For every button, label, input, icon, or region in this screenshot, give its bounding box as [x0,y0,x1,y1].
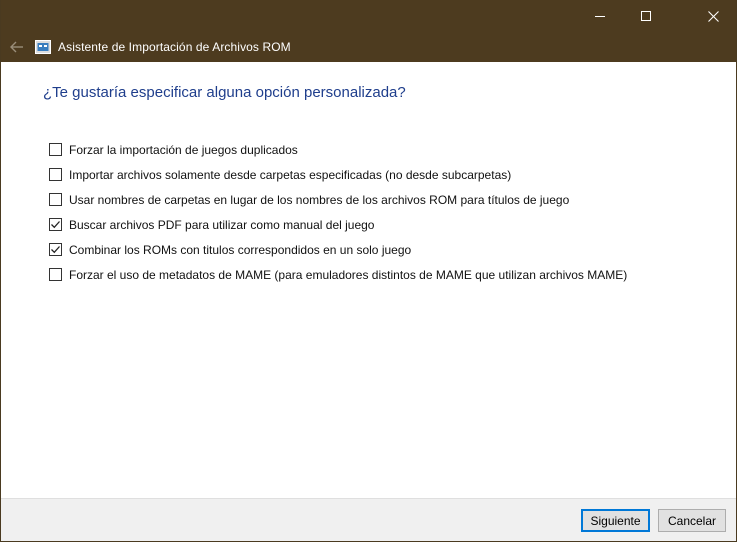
window-title: Asistente de Importación de Archivos ROM [58,40,291,54]
cancel-button[interactable]: Cancelar [658,509,726,532]
next-button[interactable]: Siguiente [581,509,650,532]
options-list: Forzar la importación de juegos duplicad… [49,137,627,287]
header-bar: Asistente de Importación de Archivos ROM [1,32,736,62]
option-folder-names-as-titles[interactable]: Usar nombres de carpetas en lugar de los… [49,187,627,212]
option-label: Usar nombres de carpetas en lugar de los… [69,192,570,207]
checkbox[interactable] [49,268,62,281]
option-label: Importar archivos solamente desde carpet… [69,167,512,182]
option-force-mame-metadata[interactable]: Forzar el uso de metadatos de MAME (para… [49,262,627,287]
checkbox[interactable] [49,193,62,206]
option-label: Buscar archivos PDF para utilizar como m… [69,217,375,232]
option-label: Combinar los ROMs con titulos correspond… [69,242,412,257]
back-button[interactable] [3,32,31,62]
checkmark-icon [51,221,60,229]
minimize-icon [595,16,605,17]
back-arrow-icon [10,41,23,53]
footer-bar: Siguiente Cancelar [1,498,736,541]
maximize-button[interactable] [623,0,669,32]
option-specified-folders-only[interactable]: Importar archivos solamente desde carpet… [49,162,627,187]
wizard-content: ¿Te gustaría especificar alguna opción p… [1,62,736,498]
option-label: Forzar la importación de juegos duplicad… [69,142,298,157]
app-icon [35,39,51,55]
checkmark-icon [51,246,60,254]
page-question: ¿Te gustaría especificar alguna opción p… [43,84,406,101]
option-combine-roms[interactable]: Combinar los ROMs con titulos correspond… [49,237,627,262]
import-wizard-window: Asistente de Importación de Archivos ROM… [0,0,737,542]
checkbox[interactable] [49,168,62,181]
minimize-button[interactable] [577,0,623,32]
close-button[interactable] [690,0,736,32]
option-label: Forzar el uso de metadatos de MAME (para… [69,267,628,282]
title-bar[interactable] [1,0,736,32]
checkbox[interactable] [49,243,62,256]
checkbox[interactable] [49,143,62,156]
option-duplicate-games[interactable]: Forzar la importación de juegos duplicad… [49,137,627,162]
maximize-icon [641,11,651,21]
checkbox[interactable] [49,218,62,231]
close-icon [707,10,719,22]
option-search-pdf-manuals[interactable]: Buscar archivos PDF para utilizar como m… [49,212,627,237]
